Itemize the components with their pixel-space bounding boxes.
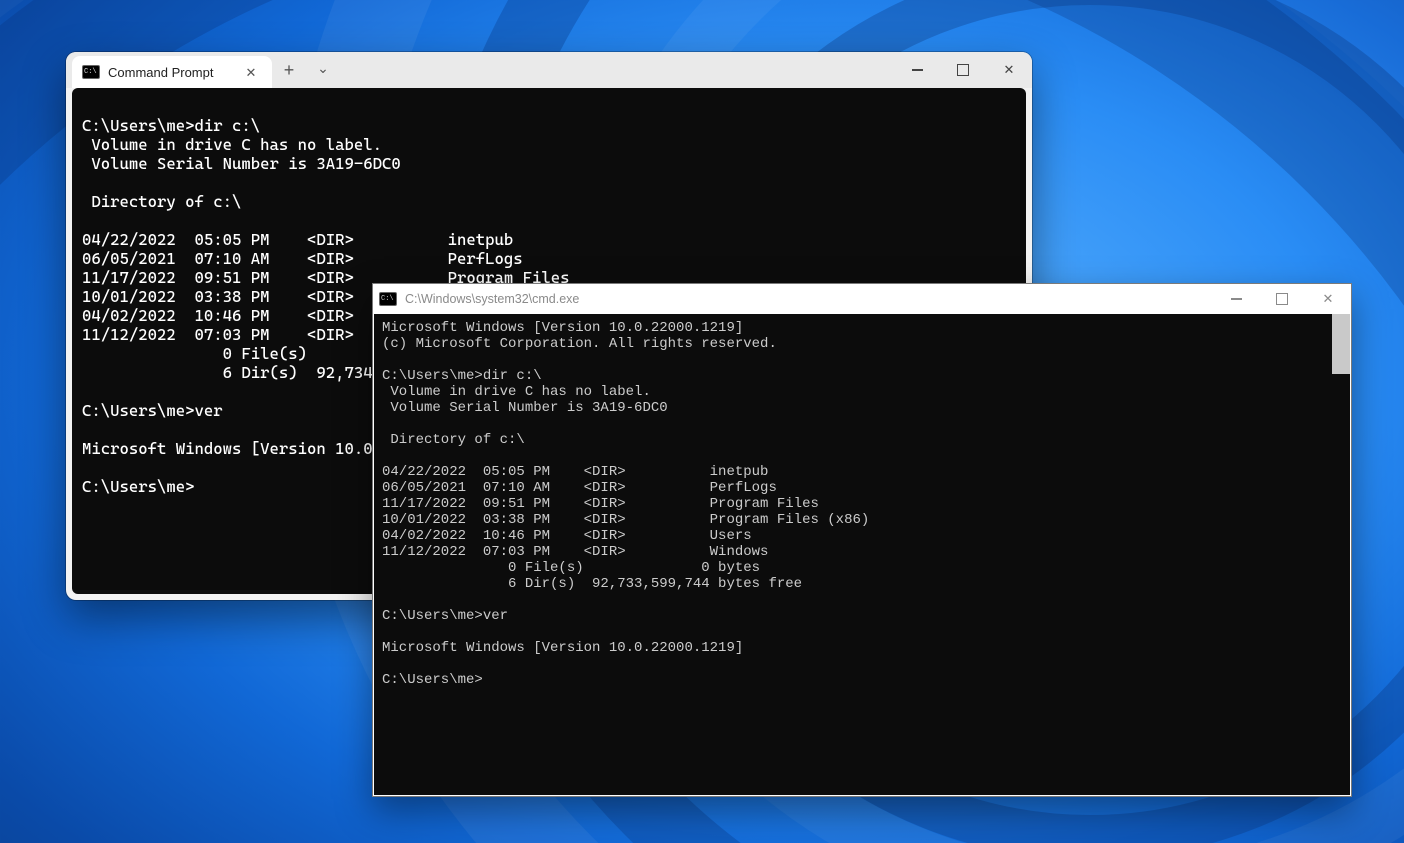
close-icon: [246, 65, 257, 80]
close-button[interactable]: [986, 52, 1032, 88]
minimize-icon: [1231, 298, 1242, 300]
terminal-tab-active[interactable]: Command Prompt: [72, 56, 272, 88]
maximize-icon: [957, 64, 969, 76]
maximize-icon: [1276, 293, 1288, 305]
minimize-button[interactable]: [894, 52, 940, 88]
titlebar-drag-region[interactable]: [340, 52, 894, 88]
tab-close-button[interactable]: [240, 61, 262, 83]
plus-icon: [284, 61, 295, 80]
maximize-button[interactable]: [1259, 284, 1305, 314]
close-icon: [1323, 290, 1334, 308]
terminal-tab-title: Command Prompt: [108, 65, 232, 80]
maximize-button[interactable]: [940, 52, 986, 88]
conhost-titlebar[interactable]: C:\Windows\system32\cmd.exe: [373, 284, 1351, 314]
close-button[interactable]: [1305, 284, 1351, 314]
new-tab-button[interactable]: [272, 52, 306, 88]
terminal-titlebar[interactable]: Command Prompt: [66, 52, 1032, 88]
minimize-button[interactable]: [1213, 284, 1259, 314]
vertical-scrollbar-thumb[interactable]: [1332, 314, 1350, 374]
close-icon: [1004, 61, 1015, 79]
chevron-down-icon: [317, 62, 329, 79]
cmd-icon: [82, 65, 100, 79]
conhost-cmd-window[interactable]: C:\Windows\system32\cmd.exe Microsoft Wi…: [372, 283, 1352, 797]
minimize-icon: [912, 69, 923, 71]
conhost-output: Microsoft Windows [Version 10.0.22000.12…: [382, 320, 1342, 688]
tab-dropdown-button[interactable]: [306, 52, 340, 88]
cmd-icon: [379, 292, 397, 306]
conhost-window-title: C:\Windows\system32\cmd.exe: [405, 292, 1213, 306]
conhost-content-area[interactable]: Microsoft Windows [Version 10.0.22000.12…: [374, 314, 1350, 795]
